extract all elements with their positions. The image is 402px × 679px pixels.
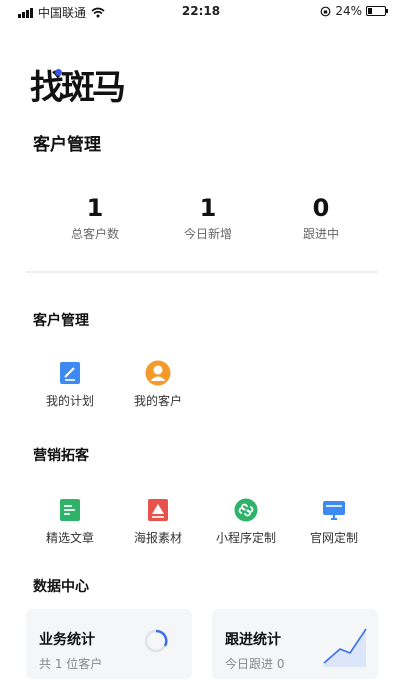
stat-value: 1 [86,194,104,222]
poster-materials-button[interactable]: 海报素材 [113,497,203,546]
battery-percent: 24% [335,4,362,18]
website-custom-button[interactable]: 官网定制 [289,497,379,546]
poster-materials-label: 海报素材 [133,531,182,545]
divider [26,271,378,273]
stat-label: 跟进中 [302,227,339,241]
battery-icon [366,6,388,16]
stat-total-customers[interactable]: 1 总客户数 [40,193,150,242]
plan-icon [57,360,83,386]
article-icon [57,497,83,523]
my-plan-label: 我的计划 [45,394,94,408]
status-right: 24% [320,4,388,18]
logo-dot [55,69,62,76]
mini-program-custom-label: 小程序定制 [215,531,276,545]
stat-label: 今日新增 [183,227,232,241]
section-title-data-center: 数据中心 [33,579,89,595]
featured-articles-button[interactable]: 精选文章 [25,497,115,546]
featured-articles-label: 精选文章 [45,531,94,545]
customer-icon [145,360,171,386]
progress-ring-icon [144,629,168,653]
card-title: 跟进统计 [225,632,281,648]
stats-row: 1 总客户数 1 今日新增 0 跟进中 [40,193,380,245]
card-title: 业务统计 [39,632,95,648]
stat-new-today[interactable]: 1 今日新增 [153,193,263,242]
mini-program-custom-button[interactable]: 小程序定制 [201,497,291,546]
page-title: 客户管理 [33,135,101,155]
my-customers-button[interactable]: 我的客户 [113,360,203,409]
follow-up-stats-card[interactable]: 跟进统计 今日跟进 0 [212,609,378,679]
website-icon [321,497,347,523]
stat-label: 总客户数 [70,227,119,241]
section-title-marketing: 营销拓客 [33,448,89,464]
stat-following[interactable]: 0 跟进中 [266,193,376,242]
my-customers-label: 我的客户 [133,394,182,408]
line-chart-icon [323,628,367,667]
logo-text: 找斑马 [30,68,126,108]
website-custom-label: 官网定制 [309,531,358,545]
stat-value: 1 [199,194,217,222]
poster-icon [145,497,171,523]
orientation-lock-icon [320,6,331,16]
brand-logo: 找斑马 [30,68,126,108]
stat-value: 0 [312,194,330,222]
status-bar: 中国联通 22:18 24% [0,0,402,26]
my-plan-button[interactable]: 我的计划 [25,360,115,409]
mini-program-icon [233,497,259,523]
section-title-customer: 客户管理 [33,313,89,329]
business-stats-card[interactable]: 业务统计 共 1 位客户 [26,609,192,679]
